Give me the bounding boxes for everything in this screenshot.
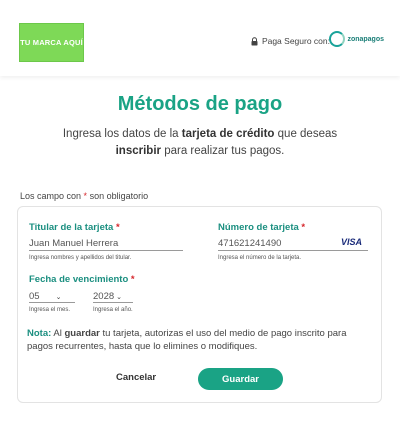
subtitle-text: Ingresa los datos de la <box>62 128 182 140</box>
lock-icon <box>251 36 258 46</box>
recurring-payment-note: Nota: Al guardar tu tarjeta, autorizas e… <box>27 327 372 353</box>
holder-label-text: Titular de la tarjeta <box>29 222 116 233</box>
header: TU MARCA AQUÍ Paga Seguro con: zonapagos <box>0 0 400 76</box>
expiry-month-select[interactable]: 05 ⌄ <box>29 291 61 302</box>
expiry-month-help: Ingresa el mes. <box>29 307 71 313</box>
note-label: Nota: <box>27 328 52 339</box>
expiry-year-value: 2028 <box>93 291 115 302</box>
subtitle-text: que deseas <box>274 128 338 140</box>
cancel-button[interactable]: Cancelar <box>116 372 156 383</box>
secure-label-text: Paga Seguro con: <box>261 36 330 46</box>
subtitle-bold-subscribe: inscribir <box>115 145 161 157</box>
expiry-year-underline <box>93 302 133 303</box>
brand-logo-text: TU MARCA AQUÍ <box>20 38 83 47</box>
holder-underline <box>29 250 183 251</box>
page-subtitle: Ingresa los datos de la tarjeta de crédi… <box>40 126 360 160</box>
expiry-year-help: Ingresa el año. <box>93 307 133 313</box>
visa-logo-icon: VISA <box>341 237 363 247</box>
required-star: * <box>301 222 306 233</box>
card-number-input[interactable]: 471621241490 <box>218 238 281 249</box>
secure-payment-label: Paga Seguro con: <box>251 36 330 46</box>
subtitle-bold-card: tarjeta de crédito <box>181 128 275 140</box>
zonapagos-logo-text: zonapagos <box>347 35 384 43</box>
page-title: Métodos de pago <box>117 93 283 115</box>
note-text: Al <box>51 328 65 339</box>
chevron-down-icon: ⌄ <box>116 294 123 301</box>
required-note-suffix: son obligatorio <box>87 191 149 201</box>
required-star: * <box>130 274 135 285</box>
required-fields-note: Los campo con * son obligatorio <box>20 191 148 201</box>
expiry-label: Fecha de vencimiento * <box>29 274 135 285</box>
expiry-label-text: Fecha de vencimiento <box>29 274 131 285</box>
brand-logo: TU MARCA AQUÍ <box>19 23 84 62</box>
zonapagos-logo: zonapagos <box>329 31 384 47</box>
expiry-month-underline <box>29 302 75 303</box>
holder-help: Ingresa nombres y apellidos del titular. <box>29 255 132 261</box>
card-number-label: Número de tarjeta * <box>218 222 305 233</box>
required-star: * <box>115 222 120 233</box>
holder-input[interactable]: Juan Manuel Herrera <box>29 238 118 249</box>
holder-label: Titular de la tarjeta * <box>29 222 120 233</box>
card-number-label-text: Número de tarjeta <box>218 222 302 233</box>
chevron-down-icon: ⌄ <box>55 294 62 301</box>
expiry-year-select[interactable]: 2028 ⌄ <box>93 291 122 302</box>
zonapagos-ring-icon <box>329 31 346 47</box>
subtitle-text: para realizar tus pagos. <box>161 145 285 157</box>
expiry-month-value: 05 <box>29 291 40 302</box>
required-note-prefix: Los campo con <box>20 191 84 201</box>
card-number-underline <box>218 250 368 251</box>
save-button[interactable]: Guardar <box>198 368 283 390</box>
card-number-help: Ingresa el número de la tarjeta. <box>218 255 302 261</box>
note-bold: guardar <box>64 328 100 339</box>
